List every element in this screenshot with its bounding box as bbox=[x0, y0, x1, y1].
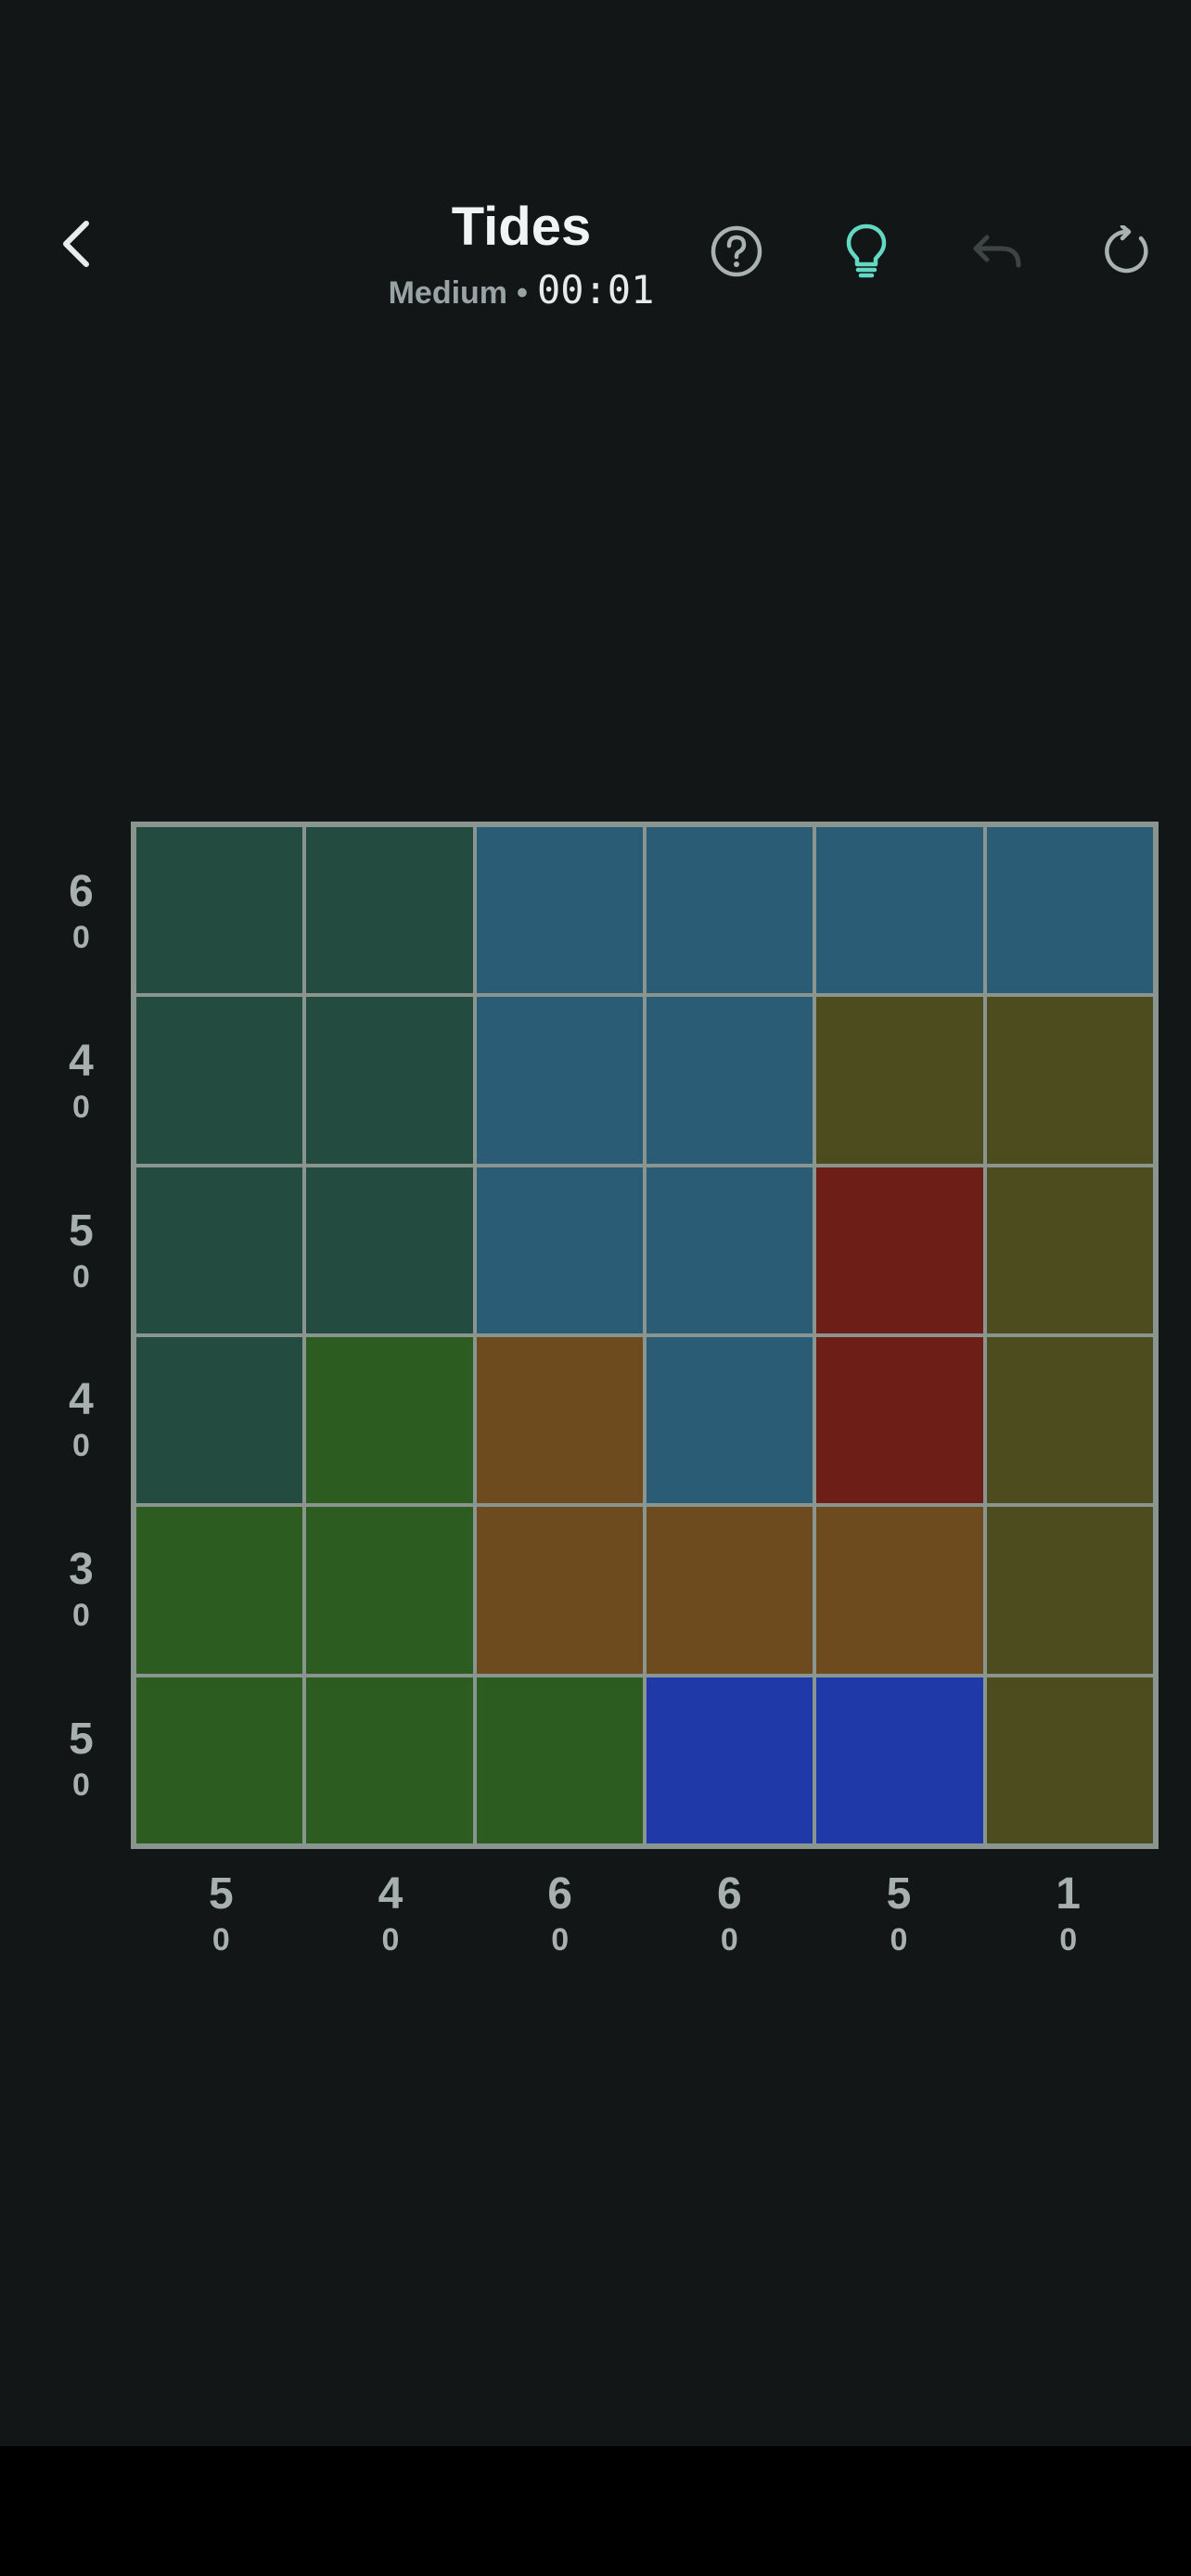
clue-main: 5 bbox=[69, 1205, 94, 1256]
clue-main: 3 bbox=[69, 1544, 94, 1594]
grid-cell[interactable] bbox=[476, 1167, 643, 1333]
clue-main: 4 bbox=[69, 1036, 94, 1086]
question-circle-icon bbox=[711, 225, 762, 277]
grid-cell[interactable] bbox=[136, 997, 303, 1164]
undo-icon bbox=[973, 235, 1021, 268]
grid-cell[interactable] bbox=[646, 1167, 813, 1333]
grid-cell[interactable] bbox=[646, 997, 813, 1164]
clue-main: 4 bbox=[69, 1375, 94, 1425]
clue-main: 6 bbox=[547, 1869, 572, 1919]
column-clue: 40 bbox=[306, 1858, 476, 1970]
restart-icon bbox=[1105, 225, 1148, 274]
clue-sub: 0 bbox=[72, 1428, 90, 1464]
grid-cell[interactable] bbox=[816, 997, 983, 1164]
status-line: Medium • 00:01 bbox=[336, 267, 707, 316]
chevron-left-icon bbox=[63, 221, 89, 267]
clue-main: 5 bbox=[208, 1869, 234, 1919]
grid-cell[interactable] bbox=[986, 1507, 1153, 1674]
column-clue: 60 bbox=[645, 1858, 814, 1970]
grid-cell[interactable] bbox=[646, 1677, 813, 1843]
grid-cell[interactable] bbox=[986, 1167, 1153, 1333]
clue-main: 4 bbox=[378, 1869, 403, 1919]
row-clue: 50 bbox=[37, 1166, 125, 1335]
grid-cell[interactable] bbox=[136, 827, 303, 994]
grid-cell[interactable] bbox=[646, 1507, 813, 1674]
column-clue: 50 bbox=[814, 1858, 984, 1970]
lightbulb-icon bbox=[846, 223, 887, 278]
grid-cell[interactable] bbox=[816, 827, 983, 994]
clue-main: 5 bbox=[886, 1869, 912, 1919]
row-clue: 40 bbox=[37, 997, 125, 1167]
grid-cell[interactable] bbox=[306, 1336, 473, 1504]
column-clue: 10 bbox=[983, 1858, 1153, 1970]
grid-cell[interactable] bbox=[986, 827, 1153, 994]
clue-main: 6 bbox=[69, 867, 94, 917]
clue-sub: 0 bbox=[72, 1597, 90, 1633]
grid-cell[interactable] bbox=[646, 827, 813, 994]
separator-dot: • bbox=[517, 275, 528, 311]
restart-button[interactable] bbox=[1094, 219, 1159, 284]
grid-cell[interactable] bbox=[476, 827, 643, 994]
grid-cell[interactable] bbox=[136, 1507, 303, 1674]
header: Tides Medium • 00:01 bbox=[0, 185, 1191, 325]
clue-sub: 0 bbox=[1059, 1922, 1078, 1958]
row-clues: 604050403050 bbox=[37, 827, 125, 1843]
puzzle-grid bbox=[131, 822, 1159, 1849]
grid-cell[interactable] bbox=[476, 997, 643, 1164]
grid-cell[interactable] bbox=[136, 1677, 303, 1843]
grid-cell[interactable] bbox=[986, 1677, 1153, 1843]
page-title: Tides bbox=[451, 197, 592, 257]
grid-cell[interactable] bbox=[476, 1336, 643, 1504]
grid-cell[interactable] bbox=[986, 997, 1153, 1164]
grid-cell[interactable] bbox=[306, 827, 473, 994]
grid-cell[interactable] bbox=[306, 997, 473, 1164]
undo-button[interactable] bbox=[964, 219, 1029, 284]
back-button[interactable] bbox=[46, 213, 108, 274]
hint-button[interactable] bbox=[834, 219, 899, 284]
clue-sub: 0 bbox=[890, 1922, 908, 1958]
row-clue: 60 bbox=[37, 827, 125, 997]
clue-sub: 0 bbox=[551, 1922, 570, 1958]
grid-cell[interactable] bbox=[816, 1677, 983, 1843]
timer: 00:01 bbox=[536, 267, 655, 312]
clue-sub: 0 bbox=[211, 1922, 230, 1958]
row-clue: 50 bbox=[37, 1674, 125, 1843]
row-clue: 40 bbox=[37, 1335, 125, 1505]
clue-main: 6 bbox=[716, 1869, 742, 1919]
grid-cell[interactable] bbox=[306, 1677, 473, 1843]
puzzle-area: 604050403050 504060605010 bbox=[0, 816, 1191, 1984]
grid-cell[interactable] bbox=[136, 1167, 303, 1333]
clue-sub: 0 bbox=[720, 1922, 738, 1958]
clue-main: 5 bbox=[69, 1714, 94, 1764]
difficulty-label: Medium bbox=[388, 275, 508, 311]
column-clues: 504060605010 bbox=[136, 1858, 1153, 1970]
grid-cell[interactable] bbox=[816, 1167, 983, 1333]
clue-sub: 0 bbox=[72, 1089, 90, 1125]
grid-cell[interactable] bbox=[816, 1507, 983, 1674]
grid-cell[interactable] bbox=[986, 1336, 1153, 1504]
column-clue: 50 bbox=[136, 1858, 306, 1970]
grid-cell[interactable] bbox=[306, 1167, 473, 1333]
system-navigation-bar bbox=[0, 2446, 1191, 2576]
column-clue: 60 bbox=[475, 1858, 645, 1970]
clue-sub: 0 bbox=[72, 1766, 90, 1803]
grid-cell[interactable] bbox=[646, 1336, 813, 1504]
grid-cell[interactable] bbox=[476, 1507, 643, 1674]
clue-sub: 0 bbox=[72, 920, 90, 956]
row-clue: 30 bbox=[37, 1505, 125, 1675]
grid-cell[interactable] bbox=[136, 1336, 303, 1504]
game-screen: Tides Medium • 00:01 6 0 4 0 5 0 4 0 3 0… bbox=[0, 0, 1191, 2446]
clue-sub: 0 bbox=[381, 1922, 400, 1958]
help-button[interactable] bbox=[704, 219, 769, 284]
grid-cell[interactable] bbox=[476, 1677, 643, 1843]
grid-cell[interactable] bbox=[306, 1507, 473, 1674]
grid-cell[interactable] bbox=[816, 1336, 983, 1504]
clue-main: 1 bbox=[1056, 1869, 1081, 1919]
clue-sub: 0 bbox=[72, 1258, 90, 1294]
